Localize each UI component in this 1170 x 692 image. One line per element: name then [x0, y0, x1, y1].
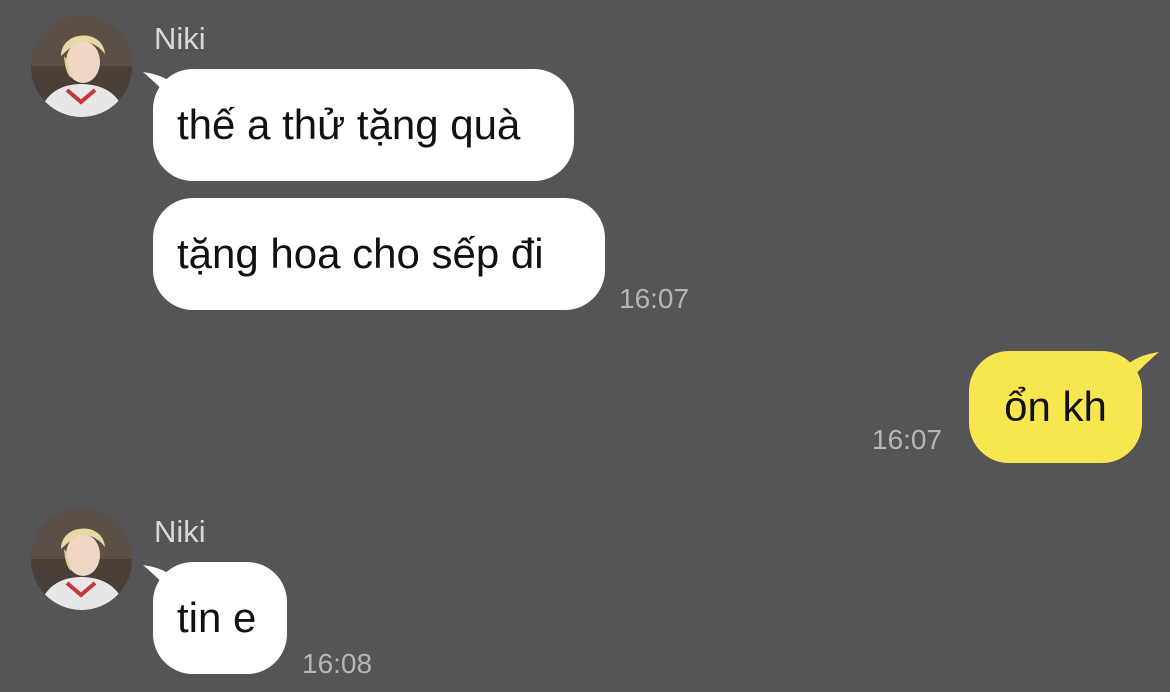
avatar-photo-icon	[31, 16, 132, 117]
avatar-photo-icon	[31, 509, 132, 610]
sender-name: Niki	[154, 21, 206, 56]
message-bubble[interactable]: thế a thử tặng quà	[153, 69, 574, 181]
message-timestamp: 16:08	[302, 648, 373, 679]
bubble-tail-icon	[1125, 352, 1159, 386]
sender-name: Niki	[154, 514, 206, 549]
message-bubble[interactable]: tặng hoa cho sếp đi	[153, 198, 605, 310]
message-text: tin e	[177, 594, 257, 641]
message-text: tặng hoa cho sếp đi	[177, 230, 544, 277]
message-timestamp: 16:07	[619, 283, 690, 314]
chat-window: Niki thế a thử tặng quà tặng hoa cho sếp…	[0, 0, 1170, 692]
message-text: thế a thử tặng quà	[177, 101, 521, 148]
message-bubble[interactable]: ổn kh	[969, 351, 1142, 463]
message-text: ổn kh	[1004, 383, 1107, 430]
contact-avatar[interactable]	[31, 509, 132, 610]
contact-avatar[interactable]	[31, 16, 132, 117]
message-timestamp: 16:07	[872, 424, 943, 455]
message-bubble[interactable]: tin e	[153, 562, 287, 674]
